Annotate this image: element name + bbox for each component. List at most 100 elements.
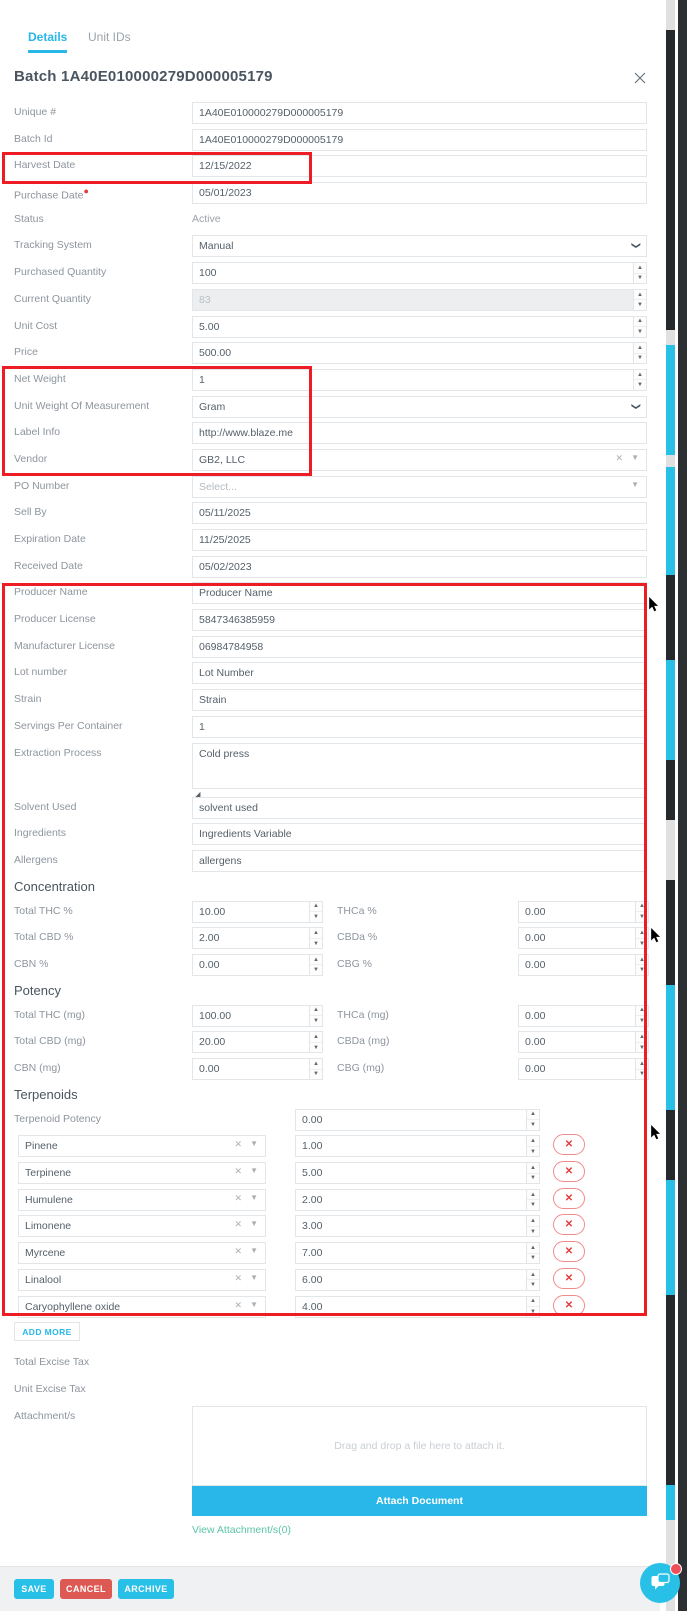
clear-icon[interactable]: ✕ bbox=[615, 453, 623, 464]
terpenoid-value[interactable]: 4.00 bbox=[295, 1295, 540, 1318]
field-control-unit-weight-of-measurement[interactable]: Gram ❯ bbox=[192, 395, 647, 418]
field-input-lot-number[interactable]: Lot Number bbox=[192, 662, 647, 685]
terpenoid-name[interactable]: Pinene bbox=[18, 1135, 266, 1158]
outer-scrollbar-thumb[interactable] bbox=[678, 0, 687, 1611]
field-input-producer-license[interactable]: 5847346385959 bbox=[192, 609, 647, 632]
spinner-control[interactable]: ▲ ▼ bbox=[309, 1059, 322, 1079]
outer-scrollbar[interactable] bbox=[677, 0, 688, 1611]
terpenoid-name[interactable]: Limonene bbox=[18, 1215, 266, 1238]
inner-scrollbar-thumb[interactable] bbox=[666, 880, 675, 985]
field-control-unit-cost[interactable]: 5.00 ▲ ▼ bbox=[192, 315, 647, 338]
field-control-label-info[interactable]: http://www.blaze.me bbox=[192, 422, 647, 445]
chevron-down-icon[interactable]: ▼ bbox=[631, 453, 639, 462]
field-control-servings-per-container[interactable]: 1 bbox=[192, 715, 647, 738]
field-input-producer-name[interactable]: Producer Name bbox=[192, 582, 647, 605]
field-input-batch-id[interactable]: 1A40E010000279D000005179 bbox=[192, 128, 647, 151]
field-input[interactable]: 2.00 bbox=[192, 927, 323, 950]
close-icon[interactable] bbox=[632, 70, 648, 86]
chevron-down-icon[interactable]: ▼ bbox=[250, 1300, 258, 1309]
field-select-po-number[interactable]: Select... bbox=[192, 475, 647, 498]
field-input[interactable]: 0.00 bbox=[192, 953, 323, 976]
terpenoid-name[interactable]: Humulene bbox=[18, 1188, 266, 1211]
terpenoid-value[interactable]: 3.00 bbox=[295, 1215, 540, 1238]
field-control-unique[interactable]: 1A40E010000279D000005179 bbox=[192, 102, 647, 124]
field-control[interactable]: 10.00 ▲ ▼ bbox=[192, 900, 323, 923]
spinner-up-icon[interactable]: ▲ bbox=[636, 1032, 648, 1043]
inner-scrollbar-thumb[interactable] bbox=[666, 660, 675, 760]
field-input-price[interactable]: 500.00 bbox=[192, 342, 647, 365]
field-control-received-date[interactable]: 05/02/2023 bbox=[192, 555, 647, 578]
field-control-vendor[interactable]: GB2, LLC ✕ ▼ bbox=[192, 448, 647, 471]
view-attachments-link[interactable]: View Attachment/s(0) bbox=[192, 1524, 291, 1536]
field-select-unit-weight-of-measurement[interactable]: Gram bbox=[192, 395, 647, 418]
terpenoid-select[interactable]: Terpinene ✕ ▼ bbox=[18, 1162, 266, 1185]
terpenoid-select[interactable]: Limonene ✕ ▼ bbox=[18, 1215, 266, 1238]
spinner-down-icon[interactable]: ▼ bbox=[527, 1120, 539, 1130]
inner-scrollbar[interactable] bbox=[664, 0, 677, 1611]
spinner-control[interactable]: ▲ ▼ bbox=[633, 289, 646, 310]
spinner-down-icon[interactable]: ▼ bbox=[636, 1043, 648, 1053]
spinner-up-icon[interactable]: ▲ bbox=[636, 1006, 648, 1017]
field-control-expiration-date[interactable]: 11/25/2025 bbox=[192, 529, 647, 551]
chevron-down-icon[interactable]: ▼ bbox=[250, 1219, 258, 1228]
spinner-control[interactable]: ▲ ▼ bbox=[526, 1109, 539, 1130]
spinner-control[interactable]: ▲ ▼ bbox=[526, 1136, 539, 1157]
spinner-down-icon[interactable]: ▼ bbox=[634, 300, 646, 310]
field-control-purchased-quantity[interactable]: 100 ▲ ▼ bbox=[192, 262, 647, 285]
field-input-unit-cost[interactable]: 5.00 bbox=[192, 315, 647, 338]
spinner-up-icon[interactable]: ▲ bbox=[636, 1059, 648, 1070]
field-input[interactable]: 0.00 bbox=[518, 927, 649, 950]
spinner-control[interactable]: ▲ ▼ bbox=[309, 954, 322, 975]
spinner-down-icon[interactable]: ▼ bbox=[527, 1200, 539, 1210]
spinner-control[interactable]: ▲ ▼ bbox=[309, 928, 322, 949]
field-control[interactable]: 2.00 ▲ ▼ bbox=[192, 927, 323, 950]
spinner-up-icon[interactable]: ▲ bbox=[634, 290, 646, 301]
remove-terpenoid-button[interactable]: ✕ bbox=[553, 1294, 585, 1316]
field-input[interactable]: 0.00 bbox=[518, 953, 649, 976]
field-control-terpenoid-potency[interactable]: 0.00 ▲ ▼ bbox=[295, 1108, 540, 1131]
field-input-strain[interactable]: Strain bbox=[192, 689, 647, 712]
clear-icon[interactable]: ✕ bbox=[234, 1273, 242, 1284]
spinner-down-icon[interactable]: ▼ bbox=[527, 1174, 539, 1184]
chevron-down-icon[interactable]: ▼ bbox=[250, 1139, 258, 1148]
field-input[interactable]: 0.00 bbox=[518, 1004, 649, 1027]
cancel-button[interactable]: CANCEL bbox=[60, 1579, 112, 1599]
clear-icon[interactable]: ✕ bbox=[234, 1166, 242, 1177]
field-control-harvest-date[interactable]: 12/15/2022 bbox=[192, 155, 647, 178]
field-control[interactable]: 0.00 ▲ ▼ bbox=[518, 1058, 649, 1080]
field-input-harvest-date[interactable]: 12/15/2022 bbox=[192, 155, 647, 178]
spinner-up-icon[interactable]: ▲ bbox=[634, 370, 646, 381]
spinner-down-icon[interactable]: ▼ bbox=[634, 354, 646, 364]
field-input-sell-by[interactable]: 05/11/2025 bbox=[192, 502, 647, 525]
spinner-up-icon[interactable]: ▲ bbox=[527, 1243, 539, 1254]
spinner-down-icon[interactable]: ▼ bbox=[527, 1280, 539, 1290]
field-input-purchased-quantity[interactable]: 100 bbox=[192, 262, 647, 285]
field-control[interactable]: 100.00 ▲ ▼ bbox=[192, 1004, 323, 1027]
spinner-control[interactable]: ▲ ▼ bbox=[309, 1005, 322, 1026]
spinner-control[interactable]: ▲ ▼ bbox=[526, 1243, 539, 1264]
spinner-down-icon[interactable]: ▼ bbox=[310, 939, 322, 949]
spinner-control[interactable]: ▲ ▼ bbox=[526, 1189, 539, 1210]
terpenoid-value[interactable]: 7.00 bbox=[295, 1242, 540, 1265]
terpenoid-name[interactable]: Linalool bbox=[18, 1268, 266, 1291]
terpenoid-value-control[interactable]: 3.00 ▲ ▼ bbox=[295, 1215, 540, 1238]
spinner-control[interactable]: ▲ ▼ bbox=[633, 316, 646, 337]
field-input-solvent-used[interactable]: solvent used bbox=[192, 796, 647, 819]
terpenoid-value[interactable]: 1.00 bbox=[295, 1135, 540, 1158]
terpenoid-value-control[interactable]: 7.00 ▲ ▼ bbox=[295, 1242, 540, 1265]
remove-terpenoid-button[interactable]: ✕ bbox=[553, 1214, 585, 1236]
attach-document-button[interactable]: Attach Document bbox=[192, 1485, 647, 1516]
spinner-up-icon[interactable]: ▲ bbox=[310, 955, 322, 966]
spinner-up-icon[interactable]: ▲ bbox=[634, 317, 646, 327]
clear-icon[interactable]: ✕ bbox=[234, 1193, 242, 1204]
field-input[interactable]: 0.00 bbox=[518, 1058, 649, 1080]
spinner-control[interactable]: ▲ ▼ bbox=[526, 1216, 539, 1237]
field-input-received-date[interactable]: 05/02/2023 bbox=[192, 555, 647, 578]
field-control[interactable]: 0.00 ▲ ▼ bbox=[192, 953, 323, 976]
field-input[interactable]: 0.00 bbox=[192, 1058, 323, 1080]
spinner-up-icon[interactable]: ▲ bbox=[527, 1270, 539, 1281]
spinner-down-icon[interactable]: ▼ bbox=[634, 274, 646, 284]
field-input-terpenoid-potency[interactable]: 0.00 bbox=[295, 1108, 540, 1131]
chevron-down-icon[interactable]: ▼ bbox=[250, 1193, 258, 1202]
field-control-batch-id[interactable]: 1A40E010000279D000005179 bbox=[192, 128, 647, 151]
